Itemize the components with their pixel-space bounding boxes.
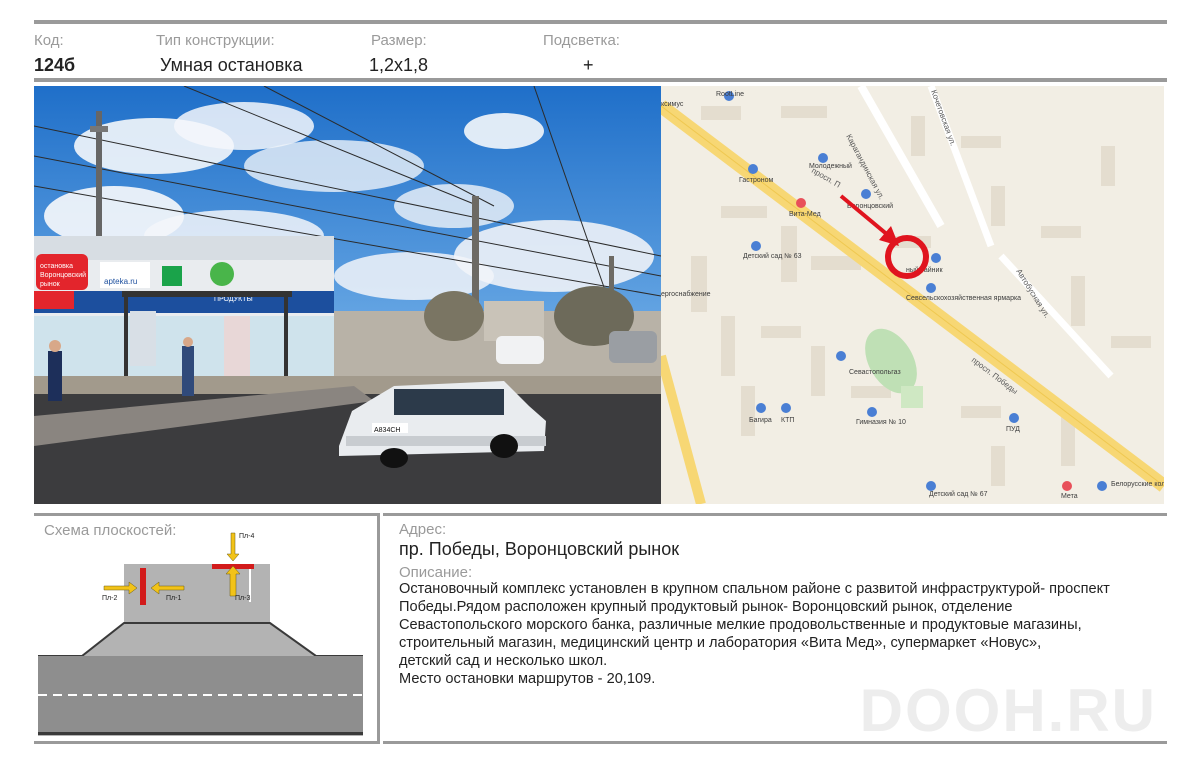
map-label-vitamed: Вита-Мед bbox=[789, 211, 821, 218]
plate-text: А834СН bbox=[374, 427, 400, 434]
map-label-sevgaz: Севастопольгаз bbox=[849, 369, 901, 376]
description-line: строительный магазин, медицинский центр … bbox=[399, 635, 1042, 651]
map-label-belorus: Белорусские колбасы bbox=[1111, 480, 1164, 488]
map-label-bagira: Багира bbox=[749, 417, 772, 424]
plane-label-2: Пл-2 bbox=[102, 595, 117, 602]
map-label-sad63: Детский сад № 63 bbox=[743, 252, 802, 260]
map-label-meta: Мета bbox=[1061, 493, 1078, 500]
map-label-sad67: Детский сад № 67 bbox=[929, 490, 988, 498]
pharmacy-sign: apteka.ru bbox=[104, 277, 137, 286]
map-label-gimnazia: Гимназия № 10 bbox=[856, 419, 906, 426]
map-label-stroi: ергоснабжение bbox=[661, 290, 711, 298]
description-line: Остановочный комплекс установлен в крупн… bbox=[399, 581, 1110, 597]
page: Код: 124б Тип конструкции: Умная останов… bbox=[0, 0, 1200, 768]
map-label-gastronom: Гастроном bbox=[739, 177, 774, 184]
size-label: Размер: bbox=[371, 32, 427, 49]
plane-label-1: Пл-1 bbox=[166, 595, 181, 602]
address-label: Адрес: bbox=[399, 521, 447, 538]
sign-line2: Воронцовский bbox=[40, 271, 86, 279]
street-photo: остановка Воронцовский рынок apteka.ru П… bbox=[34, 86, 661, 504]
light-label: Подсветка: bbox=[543, 32, 620, 49]
planes-scheme: Схема плоскостей: Пл-4 Пл-2 Пл-1 Пл-3 bbox=[34, 513, 380, 744]
map-label-selhoz: Севсельскохозяйственная ярмарка bbox=[906, 294, 1021, 302]
address-value: пр. Победы, Воронцовский рынок bbox=[399, 539, 680, 559]
type-label: Тип конструкции: bbox=[156, 32, 275, 49]
type-value: Умная остановка bbox=[160, 55, 303, 75]
light-value: + bbox=[583, 55, 594, 75]
description-line: детский сад и несколько школ. bbox=[399, 653, 608, 669]
location-map: RootLine ксимус Молодежный Гастроном Вит… bbox=[661, 86, 1164, 504]
header-divider bbox=[34, 78, 1167, 82]
description-label: Описание: bbox=[399, 564, 473, 581]
top-divider bbox=[34, 20, 1167, 24]
watermark: DOOH.RU bbox=[859, 677, 1157, 744]
map-label-ktp: КТП bbox=[781, 417, 794, 424]
description-line: Победы.Рядом расположен крупный продукто… bbox=[399, 599, 1013, 615]
description-line: Севастопольского морского банка, различн… bbox=[399, 617, 1082, 633]
code-label: Код: bbox=[34, 32, 64, 49]
banner-text: ПРОДУКТЫ bbox=[214, 296, 253, 303]
map-label-rootline: RootLine bbox=[716, 91, 744, 98]
code-value: 124б bbox=[34, 55, 76, 75]
info-panel: Адрес: пр. Победы, Воронцовский рынок Оп… bbox=[383, 513, 1167, 744]
description-text: Остановочный комплекс установлен в крупн… bbox=[399, 580, 1159, 688]
sign-line1: остановка bbox=[40, 263, 73, 270]
map-label-ksimus: ксимус bbox=[661, 101, 684, 108]
plane-label-4: Пл-4 bbox=[239, 533, 254, 540]
size-value: 1,2x1,8 bbox=[369, 55, 429, 75]
plane-label-3: Пл-3 bbox=[235, 595, 250, 602]
map-label-pud: ПУД bbox=[1006, 426, 1020, 433]
sign-line3: рынок bbox=[40, 281, 61, 288]
